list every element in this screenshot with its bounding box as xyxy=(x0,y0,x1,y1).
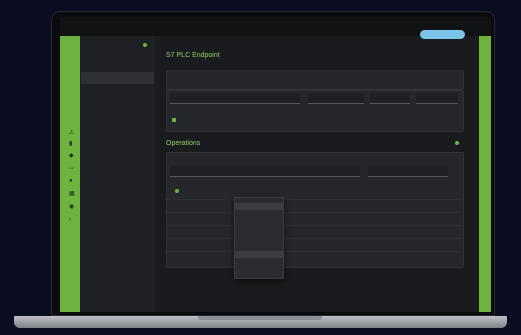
rail-icon-4[interactable]: ↔ xyxy=(69,165,75,171)
right-rail xyxy=(479,36,491,312)
operations-field-3[interactable] xyxy=(368,166,448,177)
endpoint-header-card xyxy=(166,70,464,90)
table-divider xyxy=(165,212,461,213)
operations-field-2[interactable] xyxy=(268,166,360,177)
endpoint-field-3[interactable] xyxy=(370,93,410,104)
endpoint-field-1[interactable] xyxy=(170,93,300,104)
rail-icon-8[interactable]: › xyxy=(69,217,71,223)
table-divider xyxy=(165,251,461,252)
type-dropdown-menu xyxy=(234,197,284,279)
table-divider xyxy=(165,199,461,200)
table-divider xyxy=(165,238,461,239)
rail-icon-3[interactable]: ◆ xyxy=(69,153,74,159)
endpoint-title: S7 PLC Endpoint xyxy=(166,52,220,59)
sidebar-item-selected[interactable] xyxy=(81,72,154,84)
operations-row-add-icon[interactable] xyxy=(175,189,179,193)
operations-title: Operations xyxy=(166,140,201,147)
operations-add-icon[interactable] xyxy=(455,141,459,145)
dropdown-highlight xyxy=(235,203,283,210)
rail-icon-2[interactable]: ▮ xyxy=(69,141,72,147)
dropdown-selected xyxy=(235,251,283,258)
endpoint-field-2[interactable] xyxy=(308,93,364,104)
action-pill-button[interactable] xyxy=(420,30,465,39)
sidebar-add-icon[interactable] xyxy=(143,43,147,47)
rail-icon-6[interactable]: ▦ xyxy=(69,191,75,197)
left-rail xyxy=(60,36,80,312)
laptop-notch xyxy=(198,316,322,320)
endpoint-field-4[interactable] xyxy=(416,93,458,104)
rail-icon-1[interactable]: ⚠ xyxy=(69,130,74,136)
table-divider xyxy=(165,225,461,226)
rail-icon-5[interactable]: ● xyxy=(69,178,73,184)
rail-icon-7[interactable]: ◉ xyxy=(69,204,74,210)
operations-field-1[interactable] xyxy=(170,166,270,177)
endpoint-checkbox[interactable] xyxy=(172,118,176,122)
sidebar xyxy=(80,36,156,312)
